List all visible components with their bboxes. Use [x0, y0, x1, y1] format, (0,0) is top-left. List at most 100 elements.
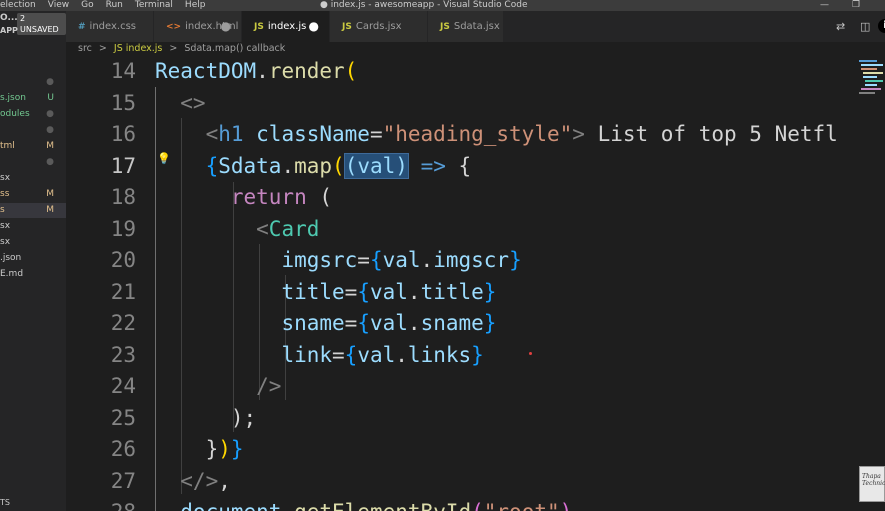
- tab-sdata-jsx[interactable]: JS Sdata.jsx: [428, 11, 504, 42]
- minimap[interactable]: [853, 56, 885, 116]
- js-file-icon: JS: [440, 22, 450, 32]
- list-item[interactable]: s.json U: [0, 91, 66, 106]
- code-token: =: [344, 279, 358, 304]
- code-line[interactable]: 26 })}: [66, 434, 885, 465]
- code-token: </>: [155, 468, 219, 493]
- code-line[interactable]: 27 </>,: [66, 466, 885, 497]
- code-token: ReactDOM: [155, 59, 257, 83]
- code-line[interactable]: 16 <h1 className="heading_style"> List o…: [66, 119, 885, 150]
- chevron-right-icon: >: [98, 43, 107, 54]
- outline-header[interactable]: TS: [0, 495, 66, 510]
- list-item[interactable]: tml M: [0, 139, 66, 154]
- list-item[interactable]: ●: [0, 123, 66, 138]
- code-token: val: [382, 248, 421, 272]
- code-token: map: [294, 153, 333, 178]
- list-item[interactable]: ●: [0, 75, 66, 90]
- code-token: Card: [268, 216, 320, 241]
- code-token: );: [155, 405, 257, 430]
- code-text: link={val.links}: [155, 340, 483, 371]
- code-line[interactable]: 18 return (: [66, 182, 885, 213]
- minimize-icon[interactable]: —: [820, 0, 829, 11]
- code-token: title: [281, 279, 345, 304]
- code-line[interactable]: 23 link={val.links}: [66, 340, 885, 371]
- code-line[interactable]: 19 <Card: [66, 214, 885, 245]
- code-token: =: [357, 248, 370, 272]
- code-token: val: [369, 311, 408, 335]
- js-file-icon: JS: [342, 22, 352, 32]
- line-number: 28: [66, 497, 136, 511]
- menu-item-go[interactable]: Go: [81, 0, 93, 11]
- menu-item-run[interactable]: Run: [106, 0, 123, 11]
- code-line[interactable]: 20 imgsrc={val.imgscr}: [66, 245, 885, 276]
- code-token: =: [332, 342, 345, 367]
- code-line[interactable]: 17 {Sdata.map((val) => {: [66, 151, 885, 182]
- code-token: "root": [484, 500, 560, 511]
- tab-index-js[interactable]: JS index.js ●: [242, 11, 330, 42]
- breadcrumb-symbol[interactable]: Sdata.map() callback: [184, 43, 285, 54]
- code-line[interactable]: 22 sname={val.sname}: [66, 308, 885, 339]
- code-token: .: [395, 342, 408, 367]
- split-editor-icon[interactable]: ◫: [860, 20, 870, 33]
- code-token: ): [218, 437, 231, 461]
- code-token: h1: [218, 122, 244, 146]
- breadcrumb-src[interactable]: src: [78, 43, 92, 54]
- list-item[interactable]: ●: [0, 155, 66, 170]
- code-token: title: [420, 279, 484, 304]
- code-line[interactable]: 21 title={val.title}: [66, 277, 885, 308]
- html-file-icon: <>: [166, 22, 182, 32]
- code-line[interactable]: 28 document.getElementById("root"): [66, 497, 885, 511]
- list-item[interactable]: sx: [0, 171, 66, 186]
- code-token: link: [281, 342, 333, 367]
- code-text: ReactDOM.render(: [155, 56, 357, 87]
- code-line[interactable]: 15 <>: [66, 88, 885, 119]
- tab-cards-jsx[interactable]: JS Cards.jsx: [330, 11, 428, 42]
- line-number: 24: [110, 374, 136, 398]
- code-token: {: [357, 311, 370, 335]
- menu-item-view[interactable]: View: [48, 0, 69, 11]
- code-text: return (: [155, 182, 332, 213]
- list-item[interactable]: odules ●: [0, 107, 66, 122]
- code-token: (val): [343, 152, 409, 179]
- line-number: 17: [110, 153, 136, 178]
- code-text: document.getElementById("root"): [155, 497, 572, 511]
- title-bar: election View Go Run Terminal Help ● ind…: [0, 0, 885, 11]
- menu-item-selection[interactable]: election: [0, 0, 36, 11]
- line-number: 26: [110, 437, 136, 461]
- restore-icon[interactable]: ❐: [852, 0, 860, 11]
- code-token: {: [344, 342, 358, 367]
- menu-item-help[interactable]: Help: [185, 0, 206, 11]
- info-icon[interactable]: i: [878, 19, 885, 33]
- list-item[interactable]: ss M: [0, 187, 66, 202]
- compare-changes-icon[interactable]: ⇄: [836, 20, 845, 33]
- code-token: (: [332, 153, 345, 178]
- tab-index-html[interactable]: <> index.html ●: [154, 11, 242, 42]
- tab-bar: # index.css <> index.html ● JS index.js ● JS C…: [66, 11, 885, 42]
- cursor-marker: [529, 352, 532, 355]
- breadcrumb: src > JS index.js > Sdata.map() callback: [66, 42, 885, 56]
- list-item[interactable]: .json: [0, 251, 66, 266]
- list-item[interactable]: E.md: [0, 267, 66, 282]
- code-token: }: [483, 311, 497, 335]
- code-line[interactable]: 14 ReactDOM.render(: [66, 56, 885, 87]
- breadcrumb-file[interactable]: JS index.js: [114, 43, 162, 54]
- code-line[interactable]: 25 );: [66, 403, 885, 434]
- code-token: {: [445, 153, 472, 178]
- code-editor[interactable]: 💡 14 ReactDOM.render(15 <> 16 <h1 classNam…: [66, 56, 885, 511]
- menu-bar: election View Go Run Terminal Help: [0, 0, 217, 11]
- menu-item-terminal[interactable]: Terminal: [135, 0, 173, 11]
- line-number: 25: [110, 405, 136, 430]
- unsaved-dot-icon[interactable]: ●: [221, 11, 231, 42]
- list-item[interactable]: sx: [0, 219, 66, 234]
- tab-index-css[interactable]: # index.css: [66, 11, 154, 42]
- code-token: {: [357, 279, 370, 304]
- code-token: .: [407, 311, 421, 335]
- list-item-selected[interactable]: sM: [0, 203, 66, 218]
- unsaved-dot-icon[interactable]: ●: [309, 11, 319, 42]
- code-token: }: [155, 437, 219, 461]
- project-header[interactable]: APP: [0, 23, 66, 38]
- code-text: <Card: [155, 214, 319, 245]
- code-line[interactable]: 24 />: [66, 371, 885, 402]
- line-number: 16: [110, 122, 136, 146]
- list-item[interactable]: sx: [0, 235, 66, 250]
